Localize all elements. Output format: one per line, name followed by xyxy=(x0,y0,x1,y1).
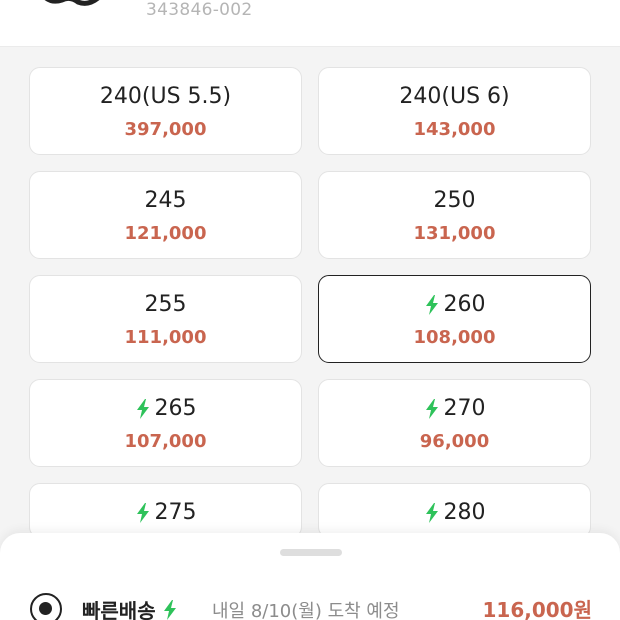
lightning-bolt-icon xyxy=(424,294,440,315)
size-select-screen: 343846-002 240(US 5.5) 397,000 240(US 6)… xyxy=(0,0,620,620)
lightning-bolt-icon xyxy=(424,502,440,523)
radio-selected-dot xyxy=(39,602,52,615)
sheet-drag-handle[interactable] xyxy=(280,549,342,556)
size-option[interactable]: 245 121,000 xyxy=(29,171,302,259)
size-label: 260 xyxy=(319,292,590,317)
size-price: 397,000 xyxy=(124,119,207,140)
size-label: 240(US 6) xyxy=(399,84,510,109)
size-label: 245 xyxy=(144,188,187,213)
product-thumbnail xyxy=(44,0,100,6)
size-option[interactable]: 250 131,000 xyxy=(318,171,591,259)
size-label: 250 xyxy=(433,188,476,213)
size-option[interactable]: 240(US 5.5) 397,000 xyxy=(29,67,302,155)
shipping-bottom-sheet: 빠른배송 내일 8/10(월) 도착 예정 116,000원 xyxy=(0,533,620,620)
lightning-bolt-icon xyxy=(162,599,178,620)
lightning-bolt-icon xyxy=(135,502,151,523)
size-option[interactable]: 280 xyxy=(318,483,591,538)
model-code: 343846-002 xyxy=(146,0,253,20)
lightning-bolt-icon xyxy=(135,398,151,419)
size-price: 131,000 xyxy=(413,223,496,244)
product-header: 343846-002 xyxy=(0,0,620,47)
size-label: 265 xyxy=(30,396,301,421)
shipping-price: 116,000원 xyxy=(482,598,593,620)
size-option[interactable]: 265 107,000 xyxy=(29,379,302,467)
size-label: 270 xyxy=(319,396,590,421)
size-label: 280 xyxy=(319,500,590,525)
delivery-date-note: 내일 8/10(월) 도착 예정 xyxy=(212,601,400,620)
shipping-radio-button[interactable] xyxy=(30,593,62,620)
size-option-selected[interactable]: 260 108,000 xyxy=(318,275,591,363)
size-price: 121,000 xyxy=(124,223,207,244)
size-price: 111,000 xyxy=(124,327,207,348)
shipping-option-label[interactable]: 빠른배송 xyxy=(82,595,178,620)
size-option[interactable]: 275 xyxy=(29,483,302,538)
size-label: 275 xyxy=(30,500,301,525)
size-option[interactable]: 270 96,000 xyxy=(318,379,591,467)
size-price: 96,000 xyxy=(419,431,490,452)
size-option[interactable]: 255 111,000 xyxy=(29,275,302,363)
size-price: 143,000 xyxy=(413,119,496,140)
size-price: 107,000 xyxy=(124,431,207,452)
size-label: 255 xyxy=(144,292,187,317)
lightning-bolt-icon xyxy=(424,398,440,419)
size-label: 240(US 5.5) xyxy=(99,84,232,109)
size-price: 108,000 xyxy=(413,327,496,348)
size-option[interactable]: 240(US 6) 143,000 xyxy=(318,67,591,155)
